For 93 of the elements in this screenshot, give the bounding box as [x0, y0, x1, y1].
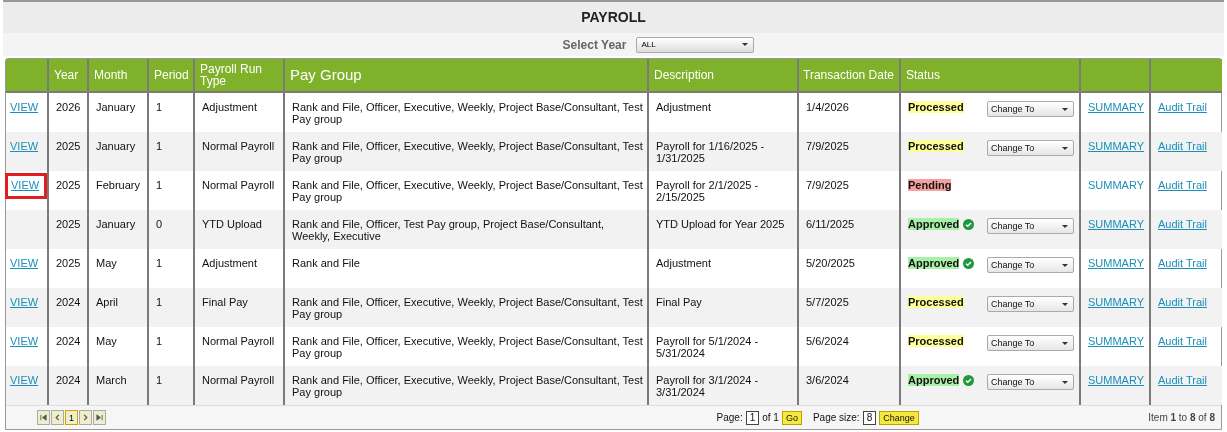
- table-cell: 2025: [48, 210, 88, 249]
- page-size-input[interactable]: 8: [862, 410, 877, 425]
- table-cell: April: [88, 288, 148, 327]
- table-cell: YTD Upload for Year 2025: [648, 210, 798, 249]
- table-cell: 1: [148, 132, 194, 171]
- status-label: Approved: [908, 374, 960, 386]
- table-cell: Payroll for 3/1/2024 - 3/31/2024: [648, 366, 798, 405]
- table-cell: Final Pay: [648, 288, 798, 327]
- item-range-text: Item 1 to 8 of 8: [1148, 412, 1215, 423]
- audit-trail-link[interactable]: Audit Trail: [1158, 257, 1207, 270]
- change-button[interactable]: Change: [879, 410, 919, 425]
- table-cell: January: [88, 210, 148, 249]
- go-button[interactable]: Go: [781, 410, 802, 425]
- column-header: [6, 59, 48, 92]
- previous-page-button[interactable]: [51, 410, 64, 425]
- select-year-label: Select Year: [562, 37, 627, 52]
- caret-icon: [1062, 107, 1068, 111]
- view-link[interactable]: VIEW: [10, 257, 39, 270]
- table-cell: January: [88, 132, 148, 171]
- caret-icon: [1062, 302, 1068, 306]
- column-header: [1150, 59, 1222, 92]
- column-header: Payroll Run Type: [194, 59, 284, 92]
- page-input[interactable]: 1: [745, 410, 760, 425]
- table-cell: Rank and File, Officer, Executive, Weekly, Project Base/Consultant, Test Pay group: [284, 288, 648, 327]
- table-cell: 1: [148, 366, 194, 405]
- table-cell: 0: [148, 210, 194, 249]
- column-header: Month: [88, 59, 148, 92]
- table-cell: 5/7/2025: [798, 288, 900, 327]
- status-label: Processed: [908, 101, 964, 113]
- next-page-button[interactable]: [79, 410, 92, 425]
- status-label: Pending: [908, 179, 952, 191]
- page-number-button[interactable]: 1: [65, 410, 78, 425]
- change-to-dropdown[interactable]: Change To: [987, 335, 1074, 351]
- column-header: Description: [648, 59, 798, 92]
- table-cell: 1: [148, 288, 194, 327]
- view-link[interactable]: VIEW: [10, 335, 39, 348]
- table-cell: Normal Payroll: [194, 132, 284, 171]
- last-page-button[interactable]: [93, 410, 106, 425]
- change-to-dropdown[interactable]: Change To: [987, 140, 1074, 156]
- table-cell: 2025: [48, 132, 88, 171]
- summary-link[interactable]: SUMMARY: [1088, 101, 1145, 114]
- first-page-icon: [40, 414, 47, 421]
- change-to-dropdown[interactable]: Change To: [987, 374, 1074, 390]
- audit-trail-link[interactable]: Audit Trail: [1158, 179, 1207, 192]
- table-cell: Final Pay: [194, 288, 284, 327]
- audit-trail-link[interactable]: Audit Trail: [1158, 335, 1207, 348]
- column-header: Transaction Date: [798, 59, 900, 92]
- table-cell: Rank and File, Officer, Test Pay group, Project Base/Consultant, Weekly, Executive: [284, 210, 648, 249]
- table-cell: 2024: [48, 366, 88, 405]
- caret-icon: [1062, 263, 1068, 267]
- change-to-dropdown[interactable]: Change To: [987, 257, 1074, 273]
- status-label: Processed: [908, 296, 964, 308]
- table-cell: YTD Upload: [194, 210, 284, 249]
- table-cell: Rank and File, Officer, Executive, Weekly, Project Base/Consultant, Test Pay group: [284, 366, 648, 405]
- summary-link[interactable]: SUMMARY: [1088, 257, 1145, 270]
- column-header: Year: [48, 59, 88, 92]
- caret-icon: [1062, 380, 1068, 384]
- table-cell: 6/11/2025: [798, 210, 900, 249]
- year-dropdown[interactable]: ALL: [636, 36, 755, 53]
- change-to-dropdown[interactable]: Change To: [987, 101, 1074, 117]
- table-cell: 2024: [48, 288, 88, 327]
- table-cell: Payroll for 1/16/2025 - 1/31/2025: [648, 132, 798, 171]
- column-header: Pay Group: [284, 59, 648, 92]
- table-cell: 7/9/2025: [798, 132, 900, 171]
- table-cell: 3/6/2024: [798, 366, 900, 405]
- view-link[interactable]: VIEW: [11, 179, 40, 192]
- first-page-button[interactable]: [37, 410, 50, 425]
- column-header: Period: [148, 59, 194, 92]
- change-to-dropdown[interactable]: Change To: [987, 296, 1074, 312]
- page-count-label: of 1: [762, 412, 779, 423]
- chevron-right-icon: [82, 414, 89, 421]
- summary-link[interactable]: SUMMARY: [1088, 179, 1145, 192]
- summary-link[interactable]: SUMMARY: [1088, 335, 1145, 348]
- view-link[interactable]: VIEW: [10, 101, 39, 114]
- caret-icon: [742, 43, 749, 46]
- caret-icon: [1062, 341, 1068, 345]
- chevron-left-icon: [54, 414, 61, 421]
- audit-trail-link[interactable]: Audit Trail: [1158, 101, 1207, 114]
- caret-icon: [1062, 146, 1068, 150]
- status-label: Approved: [908, 218, 960, 230]
- change-to-dropdown[interactable]: Change To: [987, 218, 1074, 234]
- table-cell: March: [88, 366, 148, 405]
- status-label: Approved: [908, 257, 960, 269]
- table-cell: Normal Payroll: [194, 366, 284, 405]
- status-label: Processed: [908, 335, 964, 347]
- caret-icon: [1062, 224, 1068, 228]
- status-label: Processed: [908, 140, 964, 152]
- column-header: Status: [900, 59, 1080, 92]
- last-page-icon: [96, 414, 103, 421]
- table-cell: Rank and File, Officer, Executive, Weekly, Project Base/Consultant, Test Pay group: [284, 132, 648, 171]
- page-size-label: Page size:: [812, 412, 860, 423]
- page-title: PAYROLL: [581, 9, 646, 25]
- page-label: Page:: [716, 412, 743, 423]
